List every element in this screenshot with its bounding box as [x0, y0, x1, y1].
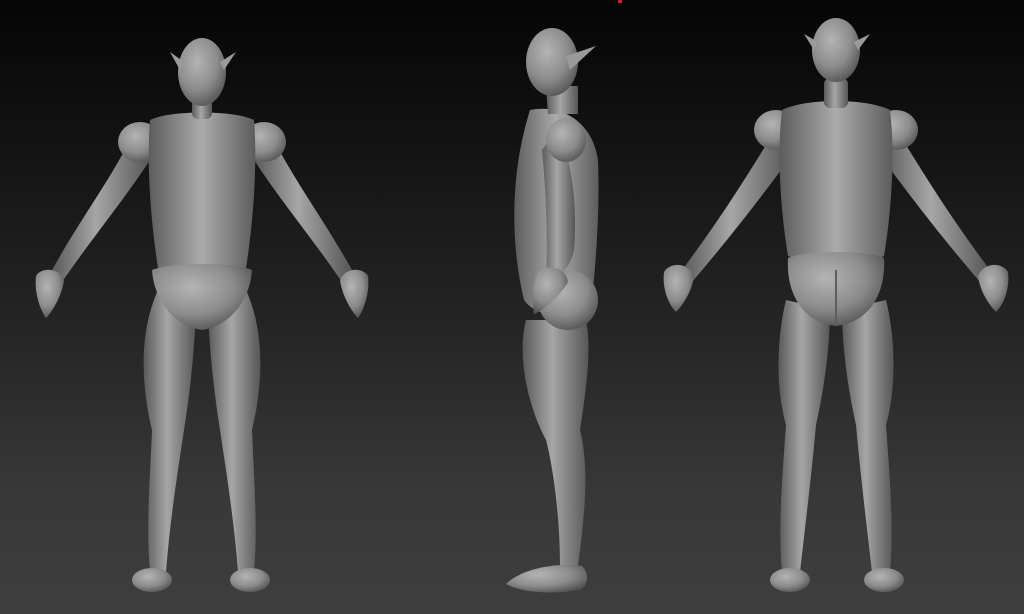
back-view-figure: [663, 18, 1009, 592]
sculpt-viewport: [0, 0, 1024, 614]
side-view-figure: [506, 28, 599, 593]
front-view-figure: [35, 38, 369, 592]
model-turnaround-canvas: [35, 18, 1009, 593]
red-marker: [618, 0, 622, 3]
